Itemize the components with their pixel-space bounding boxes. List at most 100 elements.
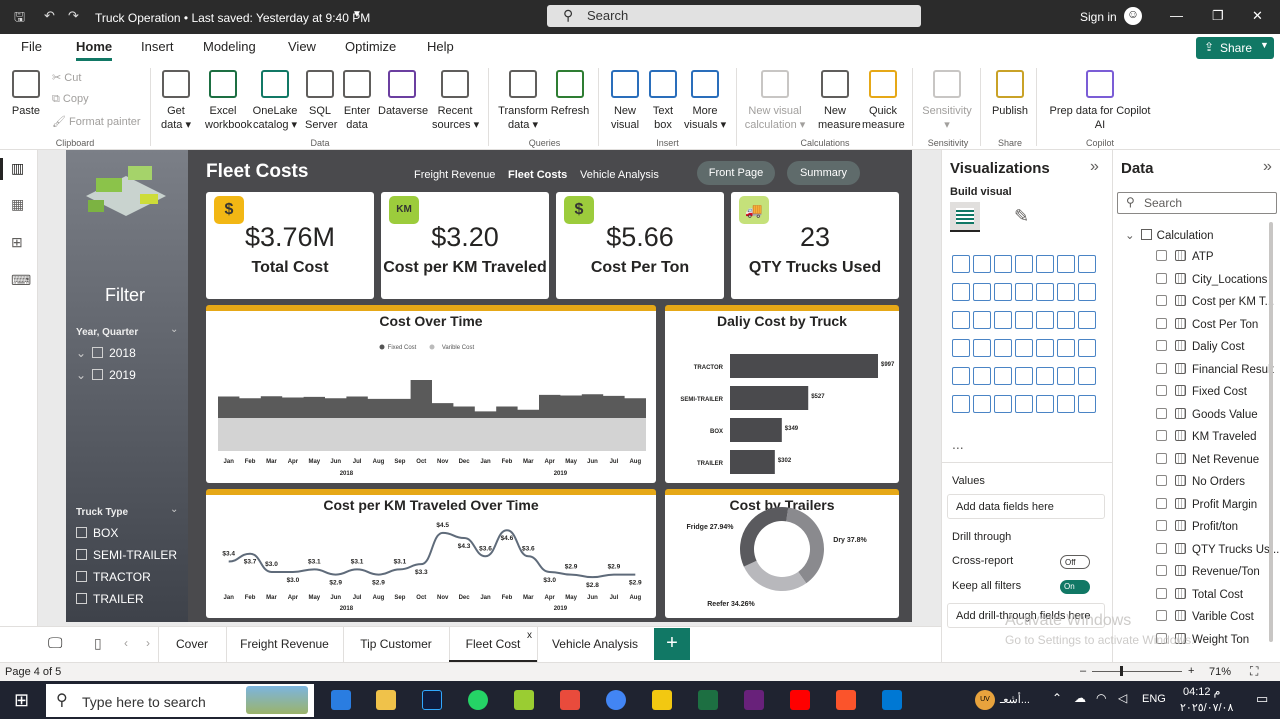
- stacked-bar-visual-icon[interactable]: [952, 255, 970, 273]
- truck-option-tractor[interactable]: TRACTOR: [76, 570, 151, 584]
- title-dropdown-icon[interactable]: ▼: [352, 9, 362, 20]
- field-item[interactable]: No Orders: [1156, 475, 1245, 488]
- checkbox[interactable]: [1156, 385, 1167, 396]
- tab-home[interactable]: Home: [76, 39, 112, 54]
- document-title[interactable]: Truck Operation • Last saved: Yesterday …: [95, 11, 370, 25]
- line-stacked-column-visual-icon[interactable]: [1057, 283, 1075, 301]
- maximize-icon[interactable]: ❐: [1212, 8, 1224, 24]
- share-button[interactable]: ⇪ Share ▼: [1196, 37, 1274, 59]
- 100-column-visual-icon[interactable]: [1057, 255, 1075, 273]
- table-view-icon[interactable]: ▦: [11, 196, 24, 213]
- wifi-icon[interactable]: ◠: [1096, 691, 1106, 705]
- new-visual-calculation-button[interactable]: New visual calculation ▾: [744, 70, 806, 132]
- narrative-visual-icon[interactable]: [1078, 395, 1096, 413]
- field-item[interactable]: Daliy Cost: [1156, 340, 1244, 353]
- store-icon[interactable]: [331, 690, 351, 710]
- powerbi-icon[interactable]: [652, 690, 672, 710]
- field-item[interactable]: Fixed Cost: [1156, 385, 1247, 398]
- clustered-column-visual-icon[interactable]: [1015, 255, 1033, 273]
- enter-data-button[interactable]: Enter data: [342, 70, 372, 132]
- field-item[interactable]: Cost per KM T...: [1156, 295, 1274, 308]
- checkbox[interactable]: [1156, 587, 1167, 599]
- excel-workbook-button[interactable]: Excel workbook: [205, 70, 252, 132]
- clustered-bar-visual-icon[interactable]: [994, 255, 1012, 273]
- whatsapp-icon[interactable]: [468, 690, 488, 710]
- page-tab-vehicle-analysis[interactable]: Vehicle Analysis: [537, 637, 653, 651]
- checkbox[interactable]: [76, 571, 87, 582]
- collapse-data-pane-icon[interactable]: »: [1263, 158, 1272, 176]
- visual-studio-icon[interactable]: [744, 690, 764, 710]
- nav-vehicle-analysis[interactable]: Vehicle Analysis: [580, 169, 659, 181]
- tab-optimize[interactable]: Optimize: [345, 39, 396, 54]
- network-icon[interactable]: ☁: [1074, 691, 1086, 705]
- kpi-visual-icon[interactable]: [1036, 339, 1054, 357]
- slicer-visual-icon[interactable]: [1057, 339, 1075, 357]
- redo-icon[interactable]: ↷: [68, 8, 79, 24]
- field-item[interactable]: Net Revenue: [1156, 452, 1259, 466]
- app-icon[interactable]: [882, 690, 902, 710]
- treemap-visual-icon[interactable]: [1015, 311, 1033, 329]
- checkbox[interactable]: [76, 527, 87, 538]
- search-input[interactable]: ⚲ Search: [547, 5, 921, 27]
- refresh-button[interactable]: Refresh: [550, 70, 590, 118]
- dataverse-button[interactable]: Dataverse: [378, 70, 428, 118]
- youtube-icon[interactable]: [790, 690, 810, 710]
- notifications-icon[interactable]: ▭: [1256, 691, 1268, 707]
- fit-page-icon[interactable]: ⛶: [1250, 664, 1258, 679]
- checkbox[interactable]: [1156, 497, 1167, 509]
- brave-icon[interactable]: [836, 690, 856, 710]
- undo-icon[interactable]: ↶: [44, 8, 55, 24]
- azure-map-visual-icon[interactable]: [952, 339, 970, 357]
- tab-view[interactable]: View: [288, 39, 316, 54]
- custom-visual-icon[interactable]: [1057, 395, 1075, 413]
- checkbox[interactable]: [1156, 542, 1167, 554]
- onelake-catalog-button[interactable]: OneLake catalog ▾: [252, 70, 298, 132]
- area-visual-icon[interactable]: [952, 283, 970, 301]
- line-visual-icon[interactable]: [1078, 255, 1096, 273]
- taskbar-search-input[interactable]: ⚲ Type here to search: [46, 684, 314, 717]
- tab-insert[interactable]: Insert: [141, 39, 174, 54]
- cost-per-km-chart[interactable]: $3.4 $3.7 $3.0 $3.0 $3.1 $2.9 $3.1 $2.9 $3.1 $3.3…: [206, 495, 656, 618]
- new-visual-button[interactable]: New visual: [609, 70, 641, 132]
- zoom-slider-thumb[interactable]: [1120, 666, 1123, 676]
- minimize-icon[interactable]: —: [1170, 8, 1183, 23]
- qa-visual-icon[interactable]: [1057, 367, 1075, 385]
- app-icon[interactable]: [560, 690, 580, 710]
- checkbox[interactable]: [1156, 407, 1167, 419]
- matrix-visual-icon[interactable]: [952, 367, 970, 385]
- metrics-visual-icon[interactable]: [952, 395, 970, 413]
- scrollbar[interactable]: [1269, 222, 1273, 642]
- truck-option-semi-trailer[interactable]: SEMI-TRAILER: [76, 548, 177, 562]
- quick-measure-button[interactable]: Quick measure: [862, 70, 905, 132]
- stacked-area-visual-icon[interactable]: [973, 283, 991, 301]
- checkbox[interactable]: [1156, 475, 1167, 486]
- checkbox[interactable]: [1156, 340, 1167, 351]
- ribbon-visual-icon[interactable]: [994, 283, 1012, 301]
- field-item[interactable]: KM Traveled: [1156, 430, 1257, 443]
- power-apps-visual-icon[interactable]: [994, 395, 1012, 413]
- year-chevron-icon[interactable]: ⌄: [170, 324, 178, 335]
- truck-type-chevron-icon[interactable]: ⌄: [170, 504, 178, 515]
- paste-button[interactable]: Paste: [10, 70, 42, 118]
- checkbox[interactable]: [1156, 250, 1167, 261]
- field-item[interactable]: Revenue/Ton: [1156, 565, 1260, 578]
- checkbox[interactable]: [1156, 565, 1167, 576]
- field-item[interactable]: Varible Cost: [1156, 610, 1254, 623]
- checkbox[interactable]: [76, 549, 87, 560]
- new-measure-button[interactable]: New measure: [818, 70, 861, 132]
- arcgis-visual-icon[interactable]: [1036, 395, 1054, 413]
- format-painter-button[interactable]: 🖌 Format painter: [52, 115, 141, 128]
- recent-sources-button[interactable]: Recent sources ▾: [432, 70, 479, 132]
- 100-bar-visual-icon[interactable]: [1036, 255, 1054, 273]
- field-item[interactable]: City_Locations: [1156, 272, 1267, 286]
- volume-icon[interactable]: ◁: [1118, 691, 1127, 705]
- cross-report-toggle[interactable]: Off: [1060, 555, 1090, 569]
- field-item[interactable]: Profit/ton: [1156, 520, 1238, 533]
- zoom-in-icon[interactable]: +: [1188, 665, 1194, 677]
- r-visual-visual-icon[interactable]: [973, 367, 991, 385]
- cost-over-time-chart[interactable]: Fixed Cost Varible Cost Jan Feb Mar Apr May Jun…: [206, 311, 656, 483]
- table-visual-icon[interactable]: [1078, 339, 1096, 357]
- text-box-button[interactable]: Text box: [648, 70, 678, 132]
- shape-map-visual-icon[interactable]: [1078, 311, 1096, 329]
- more-visuals-icon[interactable]: ...: [952, 436, 964, 452]
